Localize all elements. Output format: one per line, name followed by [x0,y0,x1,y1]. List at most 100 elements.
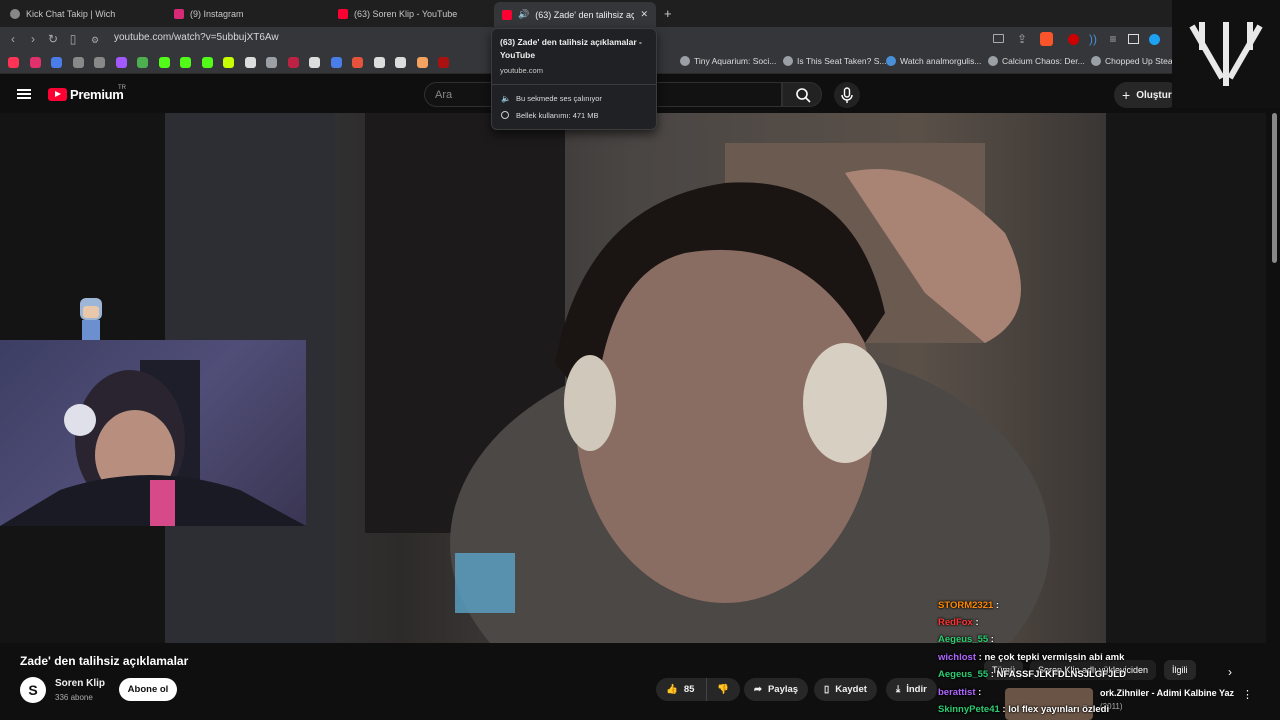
extension-icon[interactable] [1149,34,1160,45]
back-icon[interactable]: ‹ [6,32,20,46]
photo-icon[interactable] [1128,34,1139,44]
chat-username: Aegeus_55 [938,634,989,645]
channel-name[interactable]: Soren Klip [55,678,105,689]
speaker-icon[interactable]: 🔊 [518,9,529,20]
dislike-button[interactable]: 👎 [706,678,740,701]
hamburger-menu-icon[interactable] [17,89,31,99]
reload-icon[interactable]: ↻ [46,32,60,46]
bookmark-favicon-icon[interactable] [416,57,428,68]
chip-related[interactable]: İlgili [1164,660,1196,680]
bookmark-favicon-icon[interactable] [94,57,105,68]
hover-card-domain: youtube.com [500,66,543,75]
speaker-icon: 🔈 [501,94,511,103]
chat-message: Aegeus_55 : NFASSFJLKFDLNSJLGFJLD [938,669,1126,680]
bookmark-item[interactable]: Is This Seat Taken? S... [783,56,886,66]
bookmark-favicon-icon[interactable] [395,57,406,68]
address-bar[interactable]: youtube.com/watch?v=5ubbujXT6Aw [114,32,279,43]
chat-message: STORM2321 : [938,600,999,611]
bookmark-favicon-icon[interactable] [115,57,127,68]
page-scrollbar[interactable] [1272,113,1277,263]
chat-text: : [972,617,979,628]
chat-username: STORM2321 [938,600,994,611]
bookmark-item[interactable]: Tiny Aquarium: Soci... [680,56,776,66]
more-options-icon[interactable]: ⋮ [1242,688,1253,701]
hover-card-audio: Bu sekmede ses çalınıyor [516,94,602,103]
channel-avatar[interactable]: S [20,677,46,703]
bookmark-icon[interactable]: ▯ [66,32,80,46]
chat-username: berattist [938,687,976,698]
memory-icon [501,111,509,119]
extension-icon[interactable]: ≡ [1106,32,1120,46]
tab-kick-chat[interactable]: Kick Chat Takip | Wich [2,4,162,23]
microphone-icon [841,87,853,103]
instagram-icon [174,8,184,19]
close-tab-icon[interactable]: ✕ [640,9,648,20]
chat-message: RedFox : [938,617,979,628]
subscriber-count: 336 abone [55,693,93,702]
related-title[interactable]: ork.Zihniler - Adimi Kalbine Yaz [1100,688,1234,698]
chat-message: Aegeus_55 : [938,634,994,645]
steam-icon [680,56,690,66]
bookmark-favicon-icon[interactable] [180,57,191,68]
extension-icon[interactable] [1068,34,1079,45]
screen-icon[interactable] [993,34,1004,43]
youtube-icon [502,9,512,20]
thumbs-down-icon: 👎 [717,684,729,695]
chat-message: SkinnyPete41 : lol flex yayınları özledi [938,704,1109,715]
bookmark-favicon-icon[interactable] [438,57,449,68]
bookmark-favicon-icon[interactable] [287,57,299,68]
chat-text: : lol flex yayınları özledi [999,704,1110,715]
bookmark-favicon-icon[interactable] [244,57,256,68]
tab-active-video[interactable]: 🔊 (63) Zade' den talihsiz açıklamalar ✕ [494,2,656,27]
search-button[interactable] [782,82,822,107]
youtube-logo-icon[interactable] [48,88,67,101]
audio-icon[interactable]: )) [1086,32,1100,46]
steam-icon [1091,56,1101,66]
share-arrow-icon: ➦ [754,684,762,695]
tab-soren-klip[interactable]: (63) Soren Klip - YouTube [330,4,490,23]
forward-icon[interactable]: › [26,32,40,46]
tab-instagram[interactable]: (9) Instagram [166,4,326,23]
bookmark-favicon-icon[interactable] [158,57,170,68]
create-button[interactable]: + Oluştur [1114,82,1180,108]
bookmark-favicon-icon[interactable] [8,57,19,68]
new-tab-button[interactable]: + [664,6,672,21]
bookmark-favicon-icon[interactable] [266,57,277,68]
bookmark-favicon-icon[interactable] [223,57,234,68]
hover-card-title: (63) Zade' den talihsiz açıklamalar - Yo… [500,37,642,60]
share-button[interactable]: ➦ Paylaş [744,678,809,701]
bookmark-item[interactable]: Calcium Chaos: Der... [988,56,1085,66]
bookmark-favicon-icon[interactable] [309,57,320,68]
save-button[interactable]: ▯ Kaydet [814,678,877,701]
brave-icon[interactable] [1040,32,1053,46]
bookmark-item[interactable]: Chopped Up Steam [1091,56,1180,66]
bookmark-favicon-icon[interactable] [352,57,363,68]
video-player[interactable] [165,113,1106,643]
bookmark-favicon-icon[interactable] [373,57,385,68]
chevron-right-icon[interactable]: › [1228,665,1232,679]
premium-logo-text[interactable]: Premium [70,87,124,102]
channel-watermark-logo [1172,0,1280,108]
youtube-icon [338,8,348,19]
download-button[interactable]: ⤓ İndir [886,678,937,701]
chat-message: wichlost : ne çok tepki vermişsin abi am… [938,652,1124,663]
bookmark-favicon-icon[interactable] [72,57,84,68]
chat-username: wichlost [938,652,977,663]
chat-text: : ne çok tepki vermişsin abi amk [976,652,1125,663]
streamer-webcam [0,340,306,526]
chat-username: SkinnyPete41 [938,704,1000,715]
share-icon[interactable]: ⇪ [1015,32,1029,46]
chat-message: berattist : [938,687,981,698]
site-icon [886,56,896,66]
site-info-icon[interactable]: ⚙ [90,33,100,47]
globe-icon [10,8,20,19]
bookmark-favicon-icon[interactable] [51,57,62,68]
voice-search-button[interactable] [834,82,860,108]
bookmark-favicon-icon[interactable] [201,57,213,68]
bookmark-favicon-icon[interactable] [29,57,41,68]
bookmark-favicon-icon[interactable] [330,57,342,68]
bookmark-favicon-icon[interactable] [137,57,148,68]
subscribe-button[interactable]: Abone ol [119,678,177,701]
bookmark-item[interactable]: Watch analmorgulis... [886,56,981,66]
like-button[interactable]: 👍 85 [656,678,706,701]
